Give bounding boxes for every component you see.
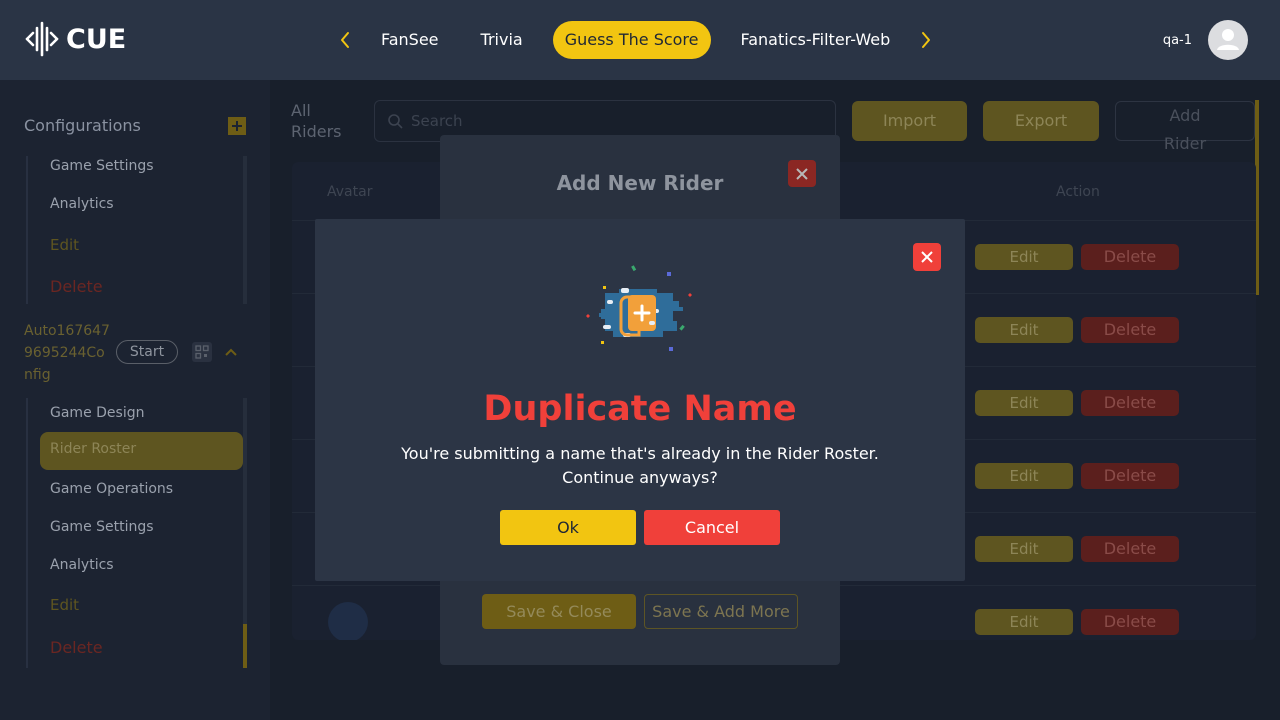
add-rider-label-line: Add [1169, 106, 1201, 125]
add-rider-label-line: Rider [1163, 134, 1207, 153]
sidebar-scroll-track[interactable] [243, 156, 247, 304]
sidebar-item-rider-roster[interactable]: Rider Roster [50, 441, 136, 457]
qr-code-button[interactable] [192, 342, 212, 362]
top-bar: CUE FanSee Trivia Guess The Score Fanati… [0, 0, 1280, 80]
column-header-action: Action [1056, 184, 1100, 200]
rider-avatar [328, 602, 368, 640]
export-button[interactable]: Export [983, 101, 1099, 141]
row-delete-button[interactable]: Delete [1081, 244, 1179, 270]
plus-icon [232, 120, 242, 131]
config-name-line: 9695244Co [24, 345, 105, 361]
row-edit-button[interactable]: Edit [975, 536, 1073, 562]
row-edit-button[interactable]: Edit [975, 463, 1073, 489]
sidebar-item-game-settings[interactable]: Game Settings [50, 158, 154, 174]
user-menu[interactable]: qa-1 [1163, 20, 1248, 60]
logo-text: CUE [66, 23, 127, 55]
sidebar-item-analytics-2[interactable]: Analytics [50, 557, 114, 573]
close-icon [796, 167, 808, 180]
tab-trivia[interactable]: Trivia [469, 21, 535, 59]
sidebar-item-delete-2[interactable]: Delete [50, 638, 103, 657]
sidebar-scroll-thumb[interactable] [243, 624, 247, 668]
row-edit-button[interactable]: Edit [975, 390, 1073, 416]
tab-fanatics-filter-web[interactable]: Fanatics-Filter-Web [729, 21, 903, 59]
nav-next-button[interactable] [911, 21, 941, 59]
user-icon [1217, 29, 1239, 50]
chevron-up-icon [225, 348, 237, 356]
search-placeholder: Search [411, 112, 463, 130]
sidebar-item-analytics[interactable]: Analytics [50, 196, 114, 212]
sidebar: Configurations Game Settings Analytics E… [0, 80, 270, 720]
chevron-left-icon [341, 32, 349, 48]
row-delete-button[interactable]: Delete [1081, 609, 1179, 635]
row-edit-button[interactable]: Edit [975, 317, 1073, 343]
config-name-line: nfig [24, 367, 51, 383]
row-delete-button[interactable]: Delete [1081, 390, 1179, 416]
dialog-message: You're submitting a name that's already … [315, 442, 965, 490]
sidebar-title: Configurations [24, 116, 141, 135]
dialog-message-line: Continue anyways? [562, 468, 718, 487]
import-button[interactable]: Import [852, 101, 967, 141]
config-name-line: Auto167647 [24, 323, 110, 339]
duplicate-name-dialog: Duplicate Name You're submitting a name … [315, 219, 965, 581]
close-icon [921, 251, 933, 263]
row-edit-button[interactable]: Edit [975, 244, 1073, 270]
page-title-line: All [291, 101, 311, 120]
sidebar-header: Configurations [24, 116, 246, 135]
collapse-config-button[interactable] [224, 342, 238, 362]
duplicate-file-illustration [586, 265, 692, 351]
row-delete-button[interactable]: Delete [1081, 536, 1179, 562]
sidebar-item-game-operations[interactable]: Game Operations [50, 481, 173, 497]
logo-icon [25, 21, 59, 57]
dialog-message-line: You're submitting a name that's already … [401, 444, 879, 463]
save-close-button[interactable]: Save & Close [482, 594, 636, 629]
row-delete-button[interactable]: Delete [1081, 463, 1179, 489]
add-rider-close-button[interactable] [788, 160, 816, 187]
logo[interactable]: CUE [24, 20, 126, 58]
qr-code-icon [192, 342, 212, 362]
sidebar-item-edit-2[interactable]: Edit [50, 596, 79, 614]
page-title: All Riders [291, 100, 351, 142]
page-title-line: Riders [291, 122, 342, 141]
game-nav: FanSee Trivia Guess The Score Fanatics-F… [330, 21, 941, 59]
start-button[interactable]: Start [116, 340, 178, 364]
add-rider-button[interactable]: Add Rider [1115, 101, 1255, 153]
dialog-close-button[interactable] [913, 243, 941, 271]
sidebar-tree-line [26, 398, 28, 668]
search-icon [388, 114, 403, 129]
add-config-button[interactable] [228, 116, 246, 135]
row-delete-button[interactable]: Delete [1081, 317, 1179, 343]
sidebar-item-game-design[interactable]: Game Design [50, 405, 144, 421]
sidebar-item-edit[interactable]: Edit [50, 236, 79, 254]
ok-button[interactable]: Ok [500, 510, 636, 545]
config-name[interactable]: Auto167647 9695244Co nfig [24, 320, 110, 386]
row-edit-button[interactable]: Edit [975, 609, 1073, 635]
cancel-button[interactable]: Cancel [644, 510, 780, 545]
dialog-title: Duplicate Name [483, 389, 797, 429]
column-header-avatar: Avatar [327, 184, 373, 200]
avatar[interactable] [1208, 20, 1248, 60]
sidebar-item-game-settings-2[interactable]: Game Settings [50, 519, 154, 535]
add-rider-modal-title: Add New Rider [556, 171, 724, 195]
save-add-more-button[interactable]: Save & Add More [644, 594, 798, 629]
chevron-right-icon [922, 32, 931, 48]
tab-guess-the-score[interactable]: Guess The Score [552, 21, 711, 59]
sidebar-item-delete[interactable]: Delete [50, 277, 103, 296]
nav-prev-button[interactable] [330, 21, 360, 59]
sidebar-tree-line [26, 156, 28, 304]
user-name: qa-1 [1162, 32, 1192, 48]
tab-fansee[interactable]: FanSee [369, 21, 451, 59]
